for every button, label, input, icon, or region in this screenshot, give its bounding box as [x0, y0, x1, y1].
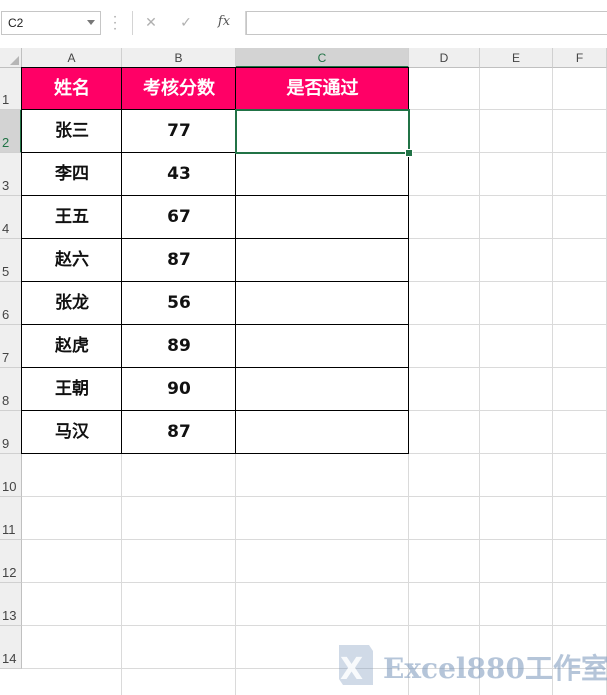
- row-header-7[interactable]: 7: [0, 325, 22, 368]
- name-cell[interactable]: 王朝: [22, 368, 122, 411]
- gridline-horizontal: [22, 625, 607, 626]
- row-number: 3: [2, 178, 10, 193]
- table-border: [21, 410, 409, 411]
- row-number: 12: [2, 565, 17, 580]
- fill-handle[interactable]: [405, 149, 413, 157]
- selected-cell-outline: [235, 109, 410, 154]
- score-cell[interactable]: 67: [122, 196, 236, 239]
- row-number: 7: [2, 350, 10, 365]
- table-border: [21, 67, 409, 68]
- header-cell[interactable]: 考核分数: [122, 68, 236, 110]
- header-cell[interactable]: 是否通过: [236, 68, 409, 110]
- watermark-text: Excel880工作室: [383, 652, 607, 685]
- gridline-horizontal: [22, 496, 607, 497]
- name-cell[interactable]: 王五: [22, 196, 122, 239]
- score-cell[interactable]: 56: [122, 282, 236, 325]
- name-cell[interactable]: 赵虎: [22, 325, 122, 368]
- row-number: 8: [2, 393, 10, 408]
- name-box[interactable]: C2: [1, 11, 101, 35]
- row-header-14[interactable]: 14: [0, 626, 22, 669]
- name-cell[interactable]: 赵六: [22, 239, 122, 282]
- table-border: [21, 195, 409, 196]
- spreadsheet-grid[interactable]: A B C D E F 1 2 3 4 5 6 7 8 9 10 11 12 13 14 姓名 考核分数 是否通过 张三 77 李…: [0, 48, 607, 695]
- name-cell[interactable]: 马汉: [22, 411, 122, 454]
- pass-cell[interactable]: [236, 325, 409, 368]
- excel880-logo-icon: X: [339, 645, 373, 687]
- row-number: 13: [2, 608, 17, 623]
- row-number: 4: [2, 221, 10, 236]
- enter-check-icon[interactable]: ✓: [176, 13, 196, 33]
- column-header-d[interactable]: D: [409, 48, 480, 68]
- pass-cell[interactable]: [236, 153, 409, 196]
- select-all-triangle-icon: [10, 56, 19, 65]
- table-border: [21, 238, 409, 239]
- pass-cell[interactable]: [236, 239, 409, 282]
- name-cell[interactable]: 张三: [22, 110, 122, 153]
- row-number: 1: [2, 92, 10, 107]
- score-cell[interactable]: 90: [122, 368, 236, 411]
- row-header-2[interactable]: 2: [0, 110, 22, 153]
- table-border: [21, 453, 409, 454]
- table-border: [21, 324, 409, 325]
- column-header-e[interactable]: E: [480, 48, 553, 68]
- select-all-button[interactable]: [0, 48, 22, 68]
- column-header-a[interactable]: A: [22, 48, 122, 68]
- header-cell[interactable]: 姓名: [22, 68, 122, 110]
- more-vertical-icon: · · ·: [113, 10, 117, 36]
- row-header-3[interactable]: 3: [0, 153, 22, 196]
- row-number: 11: [2, 522, 16, 537]
- row-number: 2: [2, 135, 10, 150]
- gridline-vertical: [479, 68, 480, 695]
- watermark: X Excel880工作室: [333, 641, 607, 689]
- score-cell[interactable]: 89: [122, 325, 236, 368]
- row-header-10[interactable]: 10: [0, 454, 22, 497]
- score-cell[interactable]: 87: [122, 239, 236, 282]
- score-cell[interactable]: 87: [122, 411, 236, 454]
- column-header-b[interactable]: B: [122, 48, 236, 68]
- chevron-down-icon[interactable]: [87, 20, 95, 25]
- table-border: [121, 68, 122, 454]
- row-header-12[interactable]: 12: [0, 540, 22, 583]
- name-cell[interactable]: 张龙: [22, 282, 122, 325]
- score-cell[interactable]: 77: [122, 110, 236, 153]
- cancel-icon[interactable]: ✕: [141, 13, 161, 33]
- name-box-value: C2: [8, 16, 24, 30]
- row-header-1[interactable]: 1: [0, 68, 22, 110]
- row-header-11[interactable]: 11: [0, 497, 22, 540]
- pass-cell[interactable]: [236, 411, 409, 454]
- row-header-6[interactable]: 6: [0, 282, 22, 325]
- gridline-horizontal: [22, 582, 607, 583]
- pass-cell[interactable]: [236, 282, 409, 325]
- row-header-5[interactable]: 5: [0, 239, 22, 282]
- column-header-c[interactable]: C: [236, 48, 409, 68]
- row-header-8[interactable]: 8: [0, 368, 22, 411]
- row-header-4[interactable]: 4: [0, 196, 22, 239]
- formula-bar: C2 · · · ✕ ✓ fx: [0, 0, 607, 48]
- logo-letter: X: [340, 652, 363, 687]
- table-border: [21, 281, 409, 282]
- table-border: [21, 68, 22, 454]
- divider: [132, 11, 133, 35]
- row-number: 5: [2, 264, 10, 279]
- row-header-13[interactable]: 13: [0, 583, 22, 626]
- insert-function-icon[interactable]: fx: [214, 12, 234, 32]
- table-border: [21, 367, 409, 368]
- name-cell[interactable]: 李四: [22, 153, 122, 196]
- row-number: 14: [2, 651, 17, 666]
- row-number: 10: [2, 479, 17, 494]
- score-cell[interactable]: 43: [122, 153, 236, 196]
- row-number: 9: [2, 436, 10, 451]
- pass-cell[interactable]: [236, 196, 409, 239]
- column-header-f[interactable]: F: [553, 48, 607, 68]
- row-header-9[interactable]: 9: [0, 411, 22, 454]
- row-number: 6: [2, 307, 10, 322]
- gridline-vertical: [552, 68, 553, 695]
- formula-input[interactable]: [246, 11, 607, 35]
- pass-cell[interactable]: [236, 368, 409, 411]
- gridline-horizontal: [22, 539, 607, 540]
